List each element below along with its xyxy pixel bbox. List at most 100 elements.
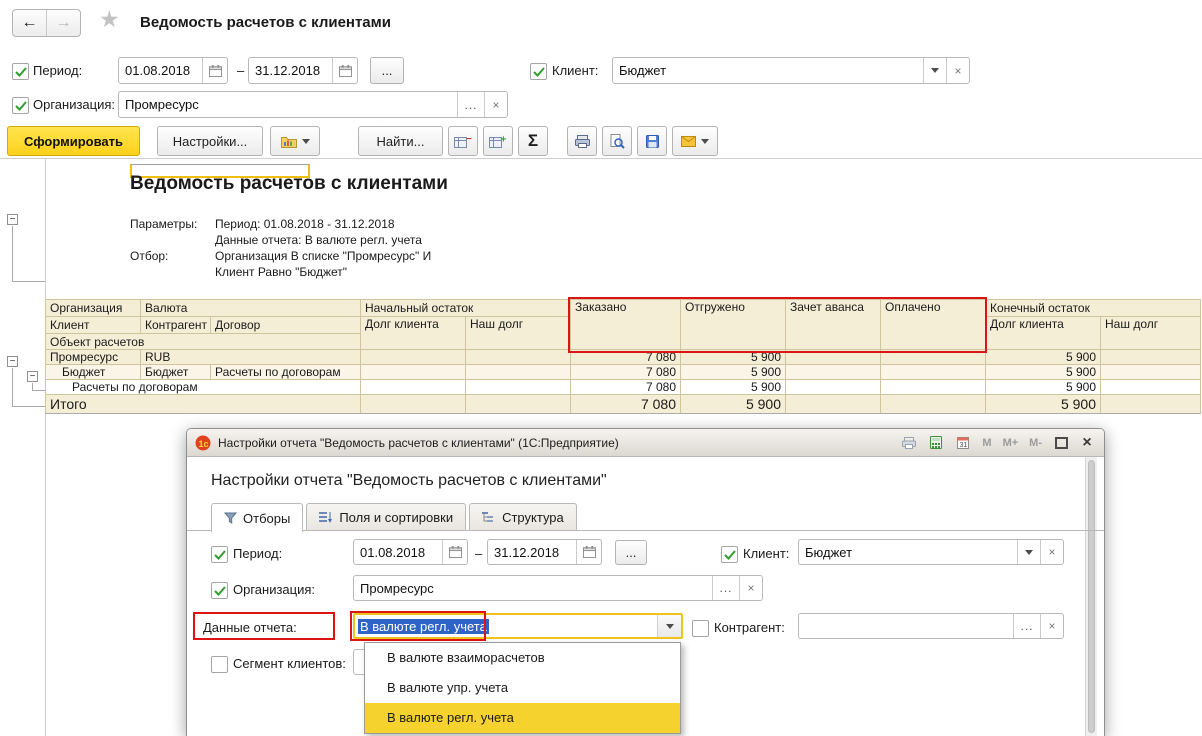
data-cell[interactable] (360, 364, 467, 380)
total-cell[interactable] (465, 394, 572, 414)
sum-button[interactable]: Σ (518, 126, 548, 156)
total-cell[interactable]: Итого (44, 394, 362, 414)
dialog-segment-checkbox[interactable] (211, 656, 228, 673)
data-cell[interactable] (880, 364, 987, 380)
expand-groups-button[interactable]: + (483, 126, 513, 156)
dialog-period-checkbox[interactable] (211, 546, 228, 563)
data-cell[interactable]: RUB (139, 349, 362, 365)
dialog-counterparty-clear-button[interactable]: × (1040, 614, 1063, 638)
dialog-counterparty-pick-button[interactable]: ... (1013, 614, 1040, 638)
print-button[interactable] (567, 126, 597, 156)
dialog-organization-input[interactable] (354, 576, 712, 600)
header-cell[interactable]: Конечный остаток (985, 299, 1202, 317)
data-cell[interactable] (360, 349, 467, 365)
total-cell[interactable] (785, 394, 882, 414)
dialog-organization-checkbox[interactable] (211, 582, 228, 599)
organization-checkbox[interactable] (12, 97, 29, 114)
data-cell[interactable] (360, 379, 467, 395)
collapse-groups-button[interactable]: − (448, 126, 478, 156)
dialog-organization-clear-button[interactable]: × (739, 576, 762, 600)
report-collapse-toggle[interactable]: − (7, 214, 18, 225)
memory-plus-button[interactable]: M+ (1001, 437, 1021, 449)
dropdown-option[interactable]: В валюте взаиморасчетов (365, 643, 680, 673)
organization-clear-button[interactable]: × (484, 92, 507, 117)
tab-fields-sorting[interactable]: Поля и сортировки (306, 503, 467, 530)
calculator-button[interactable] (926, 434, 946, 452)
data-cell[interactable]: Расчеты по договорам (209, 364, 362, 380)
total-cell[interactable]: 7 080 (570, 394, 682, 414)
data-cell[interactable]: 7 080 (570, 364, 682, 380)
data-cell[interactable] (785, 379, 882, 395)
client-checkbox[interactable] (530, 63, 547, 80)
calendar-button[interactable] (202, 58, 227, 83)
tab-structure[interactable]: Структура (469, 503, 577, 530)
total-cell[interactable] (880, 394, 987, 414)
tab-filters[interactable]: Отборы (211, 503, 304, 532)
dropdown-option[interactable]: В валюте упр. учета (365, 673, 680, 703)
find-button[interactable]: Найти... (358, 126, 443, 156)
dialog-period-more-button[interactable]: ... (615, 540, 647, 565)
calendar-button[interactable] (576, 540, 601, 564)
save-button[interactable] (637, 126, 667, 156)
dialog-period-to-input[interactable] (488, 540, 576, 564)
calendar-button[interactable] (332, 58, 357, 83)
data-cell[interactable]: 7 080 (570, 379, 682, 395)
dialog-client-clear-button[interactable]: × (1040, 540, 1063, 564)
data-cell[interactable] (785, 364, 882, 380)
organization-pick-button[interactable]: ... (457, 92, 484, 117)
client-input[interactable] (613, 58, 923, 83)
calendar-button[interactable] (442, 540, 467, 564)
dialog-scrollbar[interactable] (1085, 457, 1097, 736)
data-cell[interactable]: Бюджет (45, 364, 141, 380)
data-cell[interactable] (1100, 364, 1202, 380)
data-cell[interactable] (1100, 379, 1202, 395)
group-collapse-toggle-org[interactable]: − (7, 356, 18, 367)
data-cell[interactable]: Расчеты по договорам (44, 379, 362, 395)
dialog-titlebar[interactable]: 1с Настройки отчета "Ведомость расчетов … (187, 429, 1104, 457)
report-variants-button[interactable] (270, 126, 320, 156)
data-cell[interactable]: 5 900 (680, 349, 787, 365)
period-from-input[interactable] (119, 58, 202, 83)
print-titlebar-button[interactable] (899, 434, 919, 452)
total-cell[interactable]: 5 900 (680, 394, 787, 414)
email-button[interactable] (672, 126, 718, 156)
header-cell[interactable]: Организация (45, 299, 141, 317)
dialog-client-input[interactable] (799, 540, 1017, 564)
header-cell-ordered[interactable]: Заказано (570, 299, 682, 350)
memory-recall-button[interactable]: M (980, 437, 993, 449)
calendar-titlebar-button[interactable]: 31 (953, 434, 973, 452)
data-cell[interactable]: 7 080 (570, 349, 682, 365)
generate-button[interactable]: Сформировать (7, 126, 140, 156)
data-cell[interactable] (465, 364, 572, 380)
data-cell[interactable] (465, 349, 572, 365)
header-cell[interactable]: Контрагент (140, 316, 211, 334)
header-cell[interactable]: Наш долг (465, 316, 572, 350)
dialog-period-from-input[interactable] (354, 540, 442, 564)
header-cell[interactable]: Долг клиента (360, 316, 467, 350)
period-checkbox[interactable] (12, 63, 29, 80)
total-cell[interactable] (1100, 394, 1202, 414)
client-clear-button[interactable]: × (946, 58, 969, 83)
data-cell[interactable] (465, 379, 572, 395)
dialog-counterparty-checkbox[interactable] (692, 620, 709, 637)
client-dropdown-button[interactable] (923, 58, 946, 83)
header-cell[interactable]: Договор (209, 316, 362, 334)
data-cell[interactable]: Бюджет (140, 364, 211, 380)
data-cell[interactable] (880, 349, 987, 365)
dialog-client-dropdown-button[interactable] (1017, 540, 1040, 564)
header-cell[interactable]: Объект расчетов (44, 333, 362, 350)
header-cell[interactable]: Долг клиента (985, 316, 1102, 350)
data-cell[interactable]: 5 900 (985, 364, 1102, 380)
group-collapse-toggle-client[interactable]: − (27, 371, 38, 382)
maximize-button[interactable] (1051, 434, 1071, 452)
dialog-counterparty-input[interactable] (799, 614, 1013, 638)
data-cell[interactable]: 5 900 (680, 364, 787, 380)
back-button[interactable]: ← (13, 10, 46, 36)
period-more-button[interactable]: ... (370, 57, 404, 84)
header-cell[interactable]: Начальный остаток (360, 299, 572, 317)
header-cell[interactable]: Клиент (45, 316, 141, 334)
organization-input[interactable] (119, 92, 457, 117)
header-cell-shipped[interactable]: Отгружено (680, 299, 787, 350)
data-cell[interactable] (1100, 349, 1202, 365)
total-cell[interactable]: 5 900 (985, 394, 1102, 414)
